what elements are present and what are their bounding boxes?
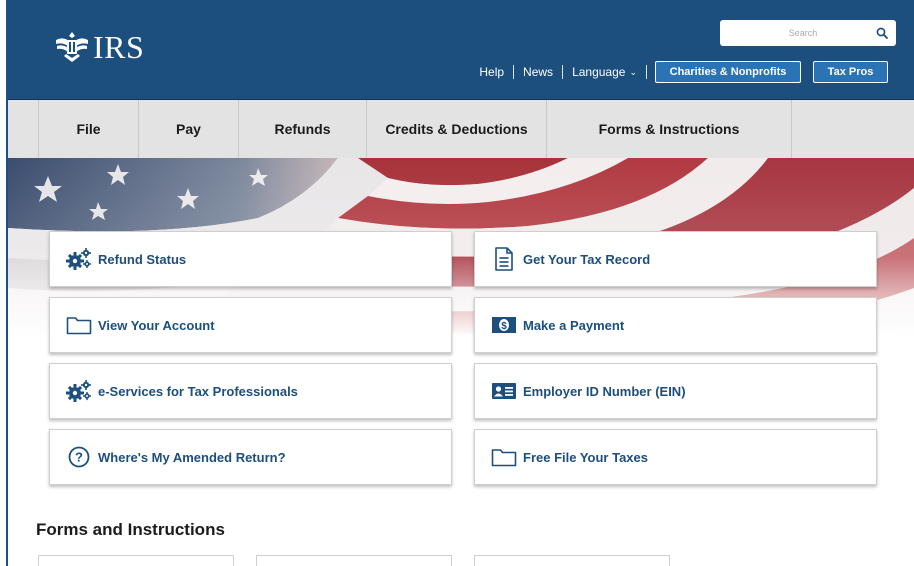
- e-services-tile[interactable]: e-Services for Tax Professionals: [49, 363, 452, 419]
- search-box[interactable]: [720, 20, 896, 46]
- tile-label: Refund Status: [98, 251, 187, 267]
- view-account-tile[interactable]: View Your Account: [49, 297, 452, 353]
- form-card[interactable]: [256, 555, 452, 566]
- charities-nonprofits-button[interactable]: Charities & Nonprofits: [655, 61, 801, 83]
- language-label: Language: [572, 65, 626, 79]
- eagle-icon: [56, 32, 88, 62]
- language-dropdown[interactable]: Language ⌄: [563, 65, 646, 79]
- tile-label: Employer ID Number (EIN): [523, 383, 686, 399]
- tile-label: e-Services for Tax Professionals: [98, 383, 298, 399]
- question-circle-icon: ?: [66, 445, 92, 469]
- form-card[interactable]: [474, 555, 670, 566]
- nav-item-refunds[interactable]: Refunds: [239, 100, 367, 158]
- tax-pros-button[interactable]: Tax Pros: [813, 61, 888, 83]
- get-tax-record-tile[interactable]: Get Your Tax Record: [474, 231, 877, 287]
- nav-item-forms-instructions[interactable]: Forms & Instructions: [547, 100, 792, 158]
- make-payment-tile[interactable]: $ Make a Payment: [474, 297, 877, 353]
- tile-label: Where's My Amended Return?: [98, 449, 286, 465]
- help-link[interactable]: Help: [470, 65, 513, 79]
- divider: [646, 65, 647, 79]
- tile-label: Get Your Tax Record: [523, 251, 651, 267]
- form-card[interactable]: [38, 555, 234, 566]
- folder-icon: [491, 445, 517, 469]
- irs-logo[interactable]: IRS: [54, 30, 144, 64]
- nav-item-pay[interactable]: Pay: [139, 100, 239, 158]
- chevron-down-icon: ⌄: [629, 67, 637, 77]
- divider: [562, 65, 564, 79]
- search-icon[interactable]: [876, 27, 888, 39]
- left-border: [0, 0, 8, 566]
- divider: [513, 65, 515, 79]
- tile-label: View Your Account: [98, 317, 215, 333]
- gears-icon: [66, 247, 92, 271]
- amended-return-tile[interactable]: ? Where's My Amended Return?: [49, 429, 452, 485]
- search-input[interactable]: [730, 28, 876, 38]
- main-nav: File Pay Refunds Credits & Deductions Fo…: [8, 100, 914, 158]
- document-icon: [491, 247, 517, 271]
- nav-item-file[interactable]: File: [38, 100, 139, 158]
- tile-label: Free File Your Taxes: [523, 449, 648, 465]
- utility-nav: Help News Language ⌄ Charities & Nonprof…: [470, 60, 888, 84]
- svg-text:?: ?: [75, 450, 83, 465]
- svg-text:$: $: [501, 321, 507, 332]
- site-header: IRS Help News Language ⌄ Charities & Non…: [8, 0, 914, 100]
- id-card-icon: [491, 379, 517, 403]
- logo-text: IRS: [93, 29, 145, 65]
- tile-label: Make a Payment: [523, 317, 625, 333]
- news-link[interactable]: News: [514, 65, 562, 79]
- money-icon: $: [491, 313, 517, 337]
- refund-status-tile[interactable]: Refund Status: [49, 231, 452, 287]
- folder-icon: [66, 313, 92, 337]
- gears-icon: [66, 379, 92, 403]
- forms-section-title: Forms and Instructions: [36, 520, 225, 539]
- free-file-tile[interactable]: Free File Your Taxes: [474, 429, 877, 485]
- nav-item-credits-deductions[interactable]: Credits & Deductions: [367, 100, 547, 158]
- employer-id-tile[interactable]: Employer ID Number (EIN): [474, 363, 877, 419]
